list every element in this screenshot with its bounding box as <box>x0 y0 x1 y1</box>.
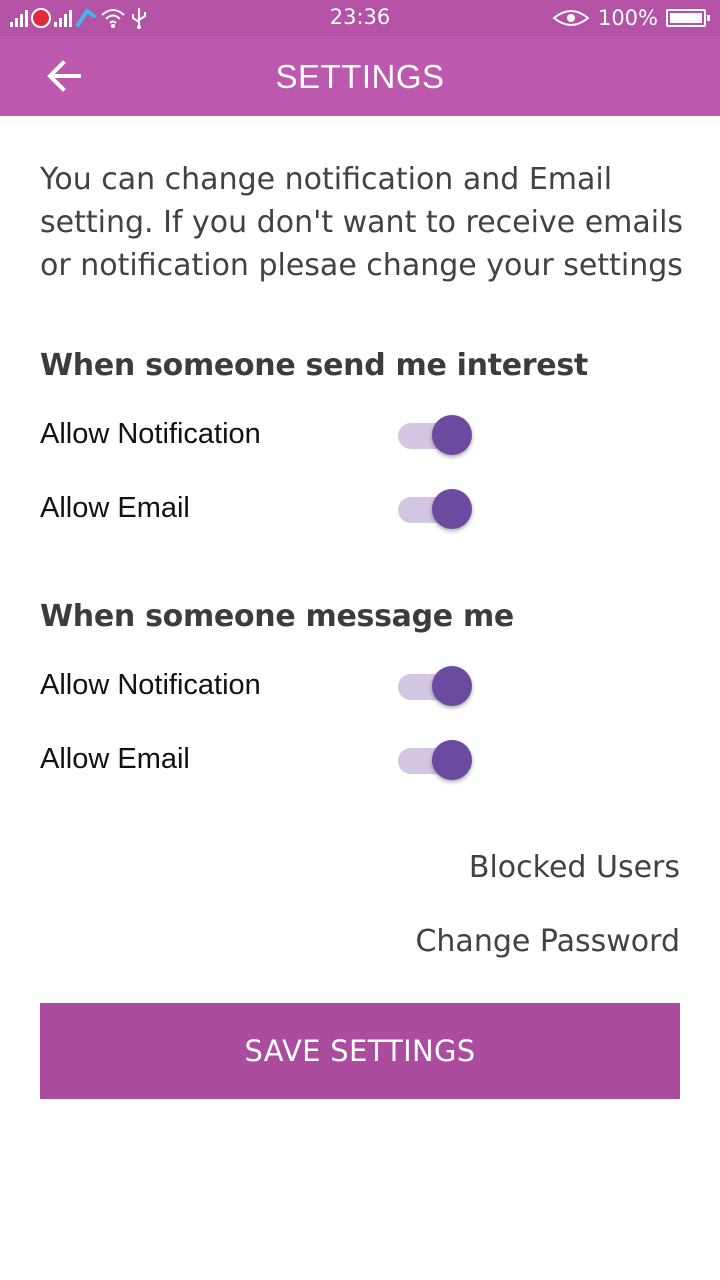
battery-percent: 100% <box>597 6 658 30</box>
intro-text: You can change notification and Email se… <box>40 162 684 283</box>
interest-notification-toggle[interactable] <box>396 413 476 457</box>
battery-icon <box>666 9 710 27</box>
toggle-thumb <box>432 666 472 706</box>
message-email-label: Allow Email <box>40 743 190 775</box>
toggle-thumb <box>432 740 472 780</box>
status-bar: 23:36 100% <box>0 0 720 36</box>
save-settings-button[interactable]: SAVE SETTINGS <box>40 1003 680 1099</box>
page-title: SETTINGS <box>275 58 445 95</box>
section-title-message: When someone message me <box>40 599 514 634</box>
message-notification-label: Allow Notification <box>40 669 261 701</box>
message-email-toggle[interactable] <box>396 738 476 782</box>
eye-icon <box>552 10 590 26</box>
interest-email-toggle[interactable] <box>396 487 476 531</box>
app-bar: SETTINGS <box>0 36 720 116</box>
blocked-users-link[interactable]: Blocked Users <box>469 850 680 885</box>
section-title-interest: When someone send me interest <box>40 348 588 383</box>
toggle-thumb <box>432 415 472 455</box>
toggle-thumb <box>432 489 472 529</box>
interest-notification-label: Allow Notification <box>40 418 261 450</box>
change-password-link[interactable]: Change Password <box>415 924 680 959</box>
status-icons-right: 100% <box>552 4 710 32</box>
message-notification-toggle[interactable] <box>396 664 476 708</box>
interest-email-label: Allow Email <box>40 492 190 524</box>
